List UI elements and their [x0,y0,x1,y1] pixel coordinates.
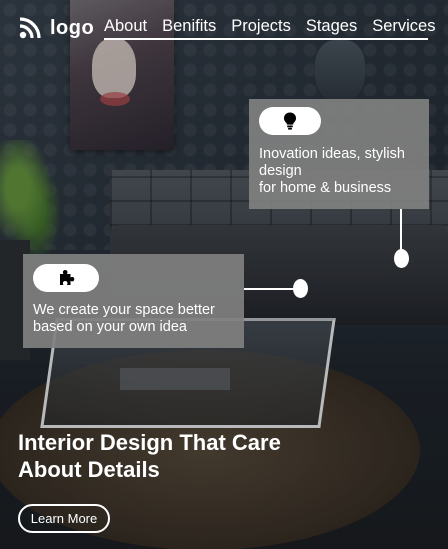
hotspot-dot[interactable] [293,279,308,298]
icon-pill [259,107,321,135]
nav-projects[interactable]: Projects [231,17,299,35]
nav-benefits[interactable]: Benifits [162,17,224,35]
feature-card-innovation: Inovation ideas, stylish design for home… [249,99,429,209]
nav-stages[interactable]: Stages [306,17,365,35]
nav-services[interactable]: Services [372,17,435,35]
puzzle-piece-icon [60,270,75,285]
icon-pill [33,264,99,292]
logo-link[interactable]: logo [18,16,94,40]
menu-underline [104,38,428,40]
nav-about[interactable]: About [104,17,155,35]
hero-headline: Interior Design That Care About Details [18,430,281,482]
lightbulb-icon [284,112,296,130]
hotspot-dot[interactable] [394,249,409,268]
feature-text: Inovation ideas, stylish design for home… [259,146,405,196]
learn-more-button[interactable]: Learn More [18,504,110,533]
top-navigation: logo About Benifits Projects Stages Serv… [0,0,448,46]
feature-text: We create your space better based on you… [33,302,215,335]
main-menu: About Benifits Projects Stages Services [104,17,436,35]
feature-card-custom-space: We create your space better based on you… [23,254,244,348]
connector-line [400,209,402,250]
wifi-signal-icon [19,17,41,39]
logo-text: logo [50,16,95,39]
connector-line [244,288,295,290]
